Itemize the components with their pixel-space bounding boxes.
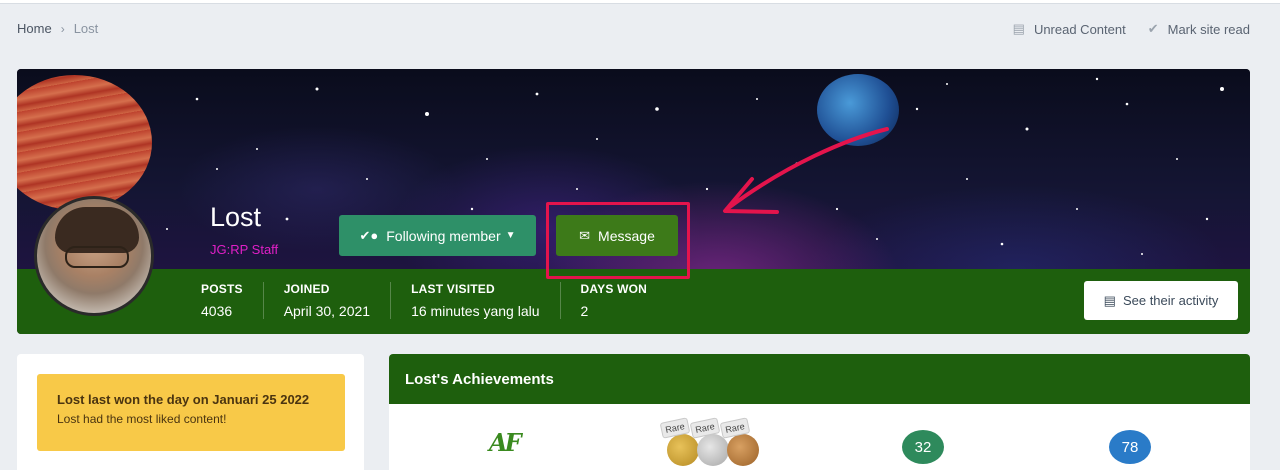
day-won-box: Lost last won the day on Januari 25 2022… [37, 374, 345, 451]
stat-value: 16 minutes yang lalu [411, 303, 540, 319]
breadcrumb-home[interactable]: Home [17, 21, 52, 36]
profile-name: Lost [210, 202, 262, 232]
achievements-row: AF Rare Rare Rare 32 78 [389, 404, 1250, 470]
stat-posts: POSTS 4036 [201, 282, 263, 319]
stat-label: LAST VISITED [411, 282, 495, 296]
profile-rank: JG:RP Staff [210, 242, 279, 257]
profile-stats: POSTS 4036 JOINED April 30, 2021 LAST VI… [201, 282, 667, 319]
avatar-glasses-shape [65, 246, 129, 268]
rare-tag: Rare [689, 417, 721, 439]
rare-tag: Rare [719, 417, 751, 439]
annotation-highlight-box [546, 202, 690, 279]
breadcrumb: Home › Lost [17, 21, 98, 36]
af-logo-icon[interactable]: AF [489, 428, 522, 457]
day-won-card: Lost last won the day on Januari 25 2022… [17, 354, 364, 470]
stat-value: 2 [580, 303, 589, 319]
stat-value: April 30, 2021 [283, 303, 371, 319]
rare-tag: Rare [659, 417, 691, 439]
unread-content-link[interactable]: ▤ Unread Content [1013, 21, 1126, 37]
unread-content-label: Unread Content [1033, 21, 1126, 37]
breadcrumb-current: Lost [73, 21, 99, 36]
following-member-button[interactable]: ✔● Following member ▼ [339, 215, 536, 256]
stat-joined: JOINED April 30, 2021 [262, 282, 390, 319]
achievement-count-blue[interactable]: 78 [1109, 430, 1151, 464]
stat-value: 4036 [201, 303, 233, 319]
achievements-heading: Lost's Achievements [389, 354, 1250, 404]
caret-down-icon: ▼ [505, 230, 516, 241]
day-won-title: Lost last won the day on Januari 25 2022 [57, 392, 310, 407]
bronze-badge-icon: Rare [719, 417, 759, 466]
check-user-icon: ✔● [359, 227, 379, 243]
mark-site-read-label: Mark site read [1167, 21, 1250, 37]
stat-label: POSTS [201, 282, 243, 296]
achievement-count-green[interactable]: 32 [902, 430, 944, 464]
rare-badges[interactable]: Rare Rare Rare [659, 417, 767, 468]
newspaper-icon: ▤ [1103, 292, 1116, 308]
achievements-panel: Lost's Achievements AF Rare Rare Rare 32… [389, 354, 1250, 470]
top-border [0, 0, 1280, 4]
chevron-right-icon: › [60, 21, 65, 36]
stat-days-won: DAYS WON 2 [559, 282, 668, 319]
avatar[interactable] [34, 196, 154, 316]
profile-cover: Lost JG:RP Staff ✔● Following member ▼ ✉… [17, 69, 1250, 334]
see-activity-label: See their activity [1122, 293, 1219, 308]
top-actions: ▤ Unread Content ✔ Mark site read [991, 21, 1250, 37]
gold-badge-icon: Rare [659, 417, 699, 466]
silver-badge-icon: Rare [689, 417, 729, 466]
following-member-label: Following member [386, 227, 501, 244]
newspaper-icon: ▤ [1012, 21, 1025, 36]
stat-label: JOINED [283, 282, 330, 296]
stat-label: DAYS WON [580, 282, 648, 296]
stat-last-visited: LAST VISITED 16 minutes yang lalu [390, 282, 559, 319]
check-icon: ✔ [1147, 21, 1159, 36]
see-activity-button[interactable]: ▤ See their activity [1084, 281, 1238, 320]
annotation-arrow [723, 127, 889, 214]
mark-site-read-link[interactable]: ✔ Mark site read [1148, 21, 1250, 37]
day-won-subtitle: Lost had the most liked content! [57, 412, 227, 426]
